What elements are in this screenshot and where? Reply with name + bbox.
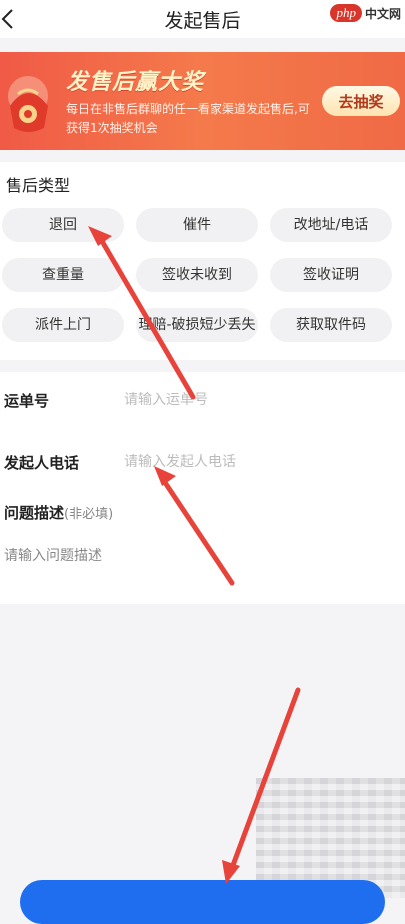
type-chip-change-address[interactable]: 改地址/电话: [270, 208, 392, 242]
phone-input[interactable]: [124, 450, 384, 474]
waybill-label: 运单号: [4, 392, 50, 410]
waybill-input[interactable]: [124, 388, 384, 412]
aftersale-form: 运单号 发起人电话 问题描述(非必填): [0, 372, 405, 604]
app-header: 发起售后 php 中文网: [0, 0, 405, 38]
banner-description: 每日在非售后群聊的任一看家渠道发起售后,可获得1次抽奖机会: [66, 102, 310, 135]
submit-button[interactable]: [20, 880, 385, 924]
optional-hint: (非必填): [64, 507, 114, 522]
type-chip-pickup-code[interactable]: 获取取件码: [270, 308, 392, 342]
type-chip-claim[interactable]: 理赔-破损短少丢失: [136, 308, 258, 342]
aftersale-type-label: 售后类型: [6, 176, 71, 195]
description-input[interactable]: [4, 544, 384, 568]
phone-label: 发起人电话: [4, 454, 80, 472]
type-chip-urge[interactable]: 催件: [136, 208, 258, 242]
description-label-text: 问题描述: [4, 504, 65, 522]
banner-title: 发售后赢大奖: [66, 70, 205, 95]
type-chip-check-weight[interactable]: 查重量: [2, 258, 124, 292]
watermark-text: 中文网: [364, 6, 401, 21]
description-label: 问题描述(非必填): [4, 502, 113, 523]
watermark: php 中文网: [330, 4, 401, 22]
lucky-bag-icon: [8, 76, 48, 132]
lottery-button[interactable]: 去抽奖: [322, 86, 400, 116]
promo-banner[interactable]: 发售后赢大奖 每日在非售后群聊的任一看家渠道发起售后,可获得1次抽奖机会 去抽奖: [0, 52, 405, 150]
type-chip-sign-proof[interactable]: 签收证明: [270, 258, 392, 292]
type-chip-signed-not-received[interactable]: 签收未收到: [136, 258, 258, 292]
type-chip-door-delivery[interactable]: 派件上门: [2, 308, 124, 342]
watermark-badge: php: [330, 4, 362, 22]
aftersale-type-section: 售后类型 退回 催件 改地址/电话 查重量 签收未收到 签收证明 派件上门 理赔…: [0, 162, 405, 360]
type-chip-return[interactable]: 退回: [2, 208, 124, 242]
